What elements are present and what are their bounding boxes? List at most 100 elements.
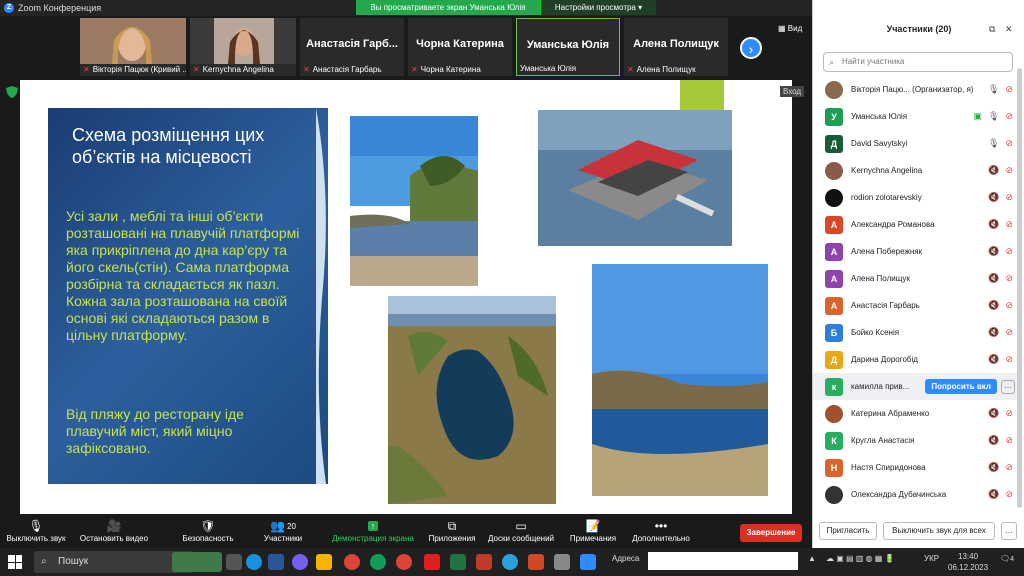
participant-row[interactable]: К Кругла Анастасія 🔇 ⊘ [813, 427, 1019, 454]
invite-button[interactable]: Пригласить [819, 522, 877, 540]
tray-icons[interactable]: ☁ ▣ ▤ ▥ ◍ ▦ 🔋 [826, 554, 895, 563]
mute-all-button[interactable]: Выключить звук для всех [883, 522, 995, 540]
avatar [825, 161, 843, 180]
security-button[interactable]: 🛡 Безопасность [176, 518, 240, 543]
whiteboards-button[interactable]: ▭ Доски сообщений [484, 518, 558, 543]
share-banner-text: Вы просматриваете экран Уманська Юлія [356, 0, 540, 15]
language-indicator[interactable]: УКР [924, 554, 939, 563]
thumbnail-name: Анастасія Гарб... [306, 38, 398, 50]
end-meeting-button[interactable]: Завершение [740, 524, 802, 542]
notifications-icon[interactable]: 🗨4 [1000, 554, 1014, 563]
zoom-logo-icon: Z [4, 3, 14, 13]
mic-muted-icon: 🔇 [988, 327, 1000, 337]
video-thumbnails-strip: ✕ Вікторія Пацюк (Кривий ... ✕ Kernychna A… [0, 16, 812, 78]
participant-row[interactable]: Н Настя Спиридонова 🔇 ⊘ [813, 454, 1019, 481]
participant-video [80, 18, 186, 64]
notes-button[interactable]: 📝 Примечания [566, 518, 620, 543]
excel-icon[interactable] [450, 554, 466, 570]
powerpoint-icon[interactable] [528, 554, 544, 570]
participant-row[interactable]: А Алена Полищук 🔇 ⊘ [813, 265, 1019, 292]
mic-muted-icon: ✕ [193, 65, 200, 74]
decorative-wave [316, 108, 326, 484]
stop-video-button[interactable]: 🎥 Остановить видео [76, 518, 152, 543]
avatar: А [825, 296, 843, 315]
avatar: Д [825, 134, 843, 153]
participants-label: Участники [263, 534, 303, 543]
task-view-icon[interactable] [226, 554, 242, 570]
thumbnail-tile[interactable]: Анастасія Гарб... ✕ Анастасія Гарбарь [300, 18, 404, 76]
participant-more-button[interactable]: … [1001, 379, 1015, 394]
viber-icon[interactable] [292, 554, 308, 570]
apps-button[interactable]: ⧉ Приложения [424, 518, 480, 544]
participant-row[interactable]: У Уманська Юлія ▣ 🎙 ⊘ [813, 103, 1019, 130]
participant-row[interactable]: Олександра Дубачинська 🔇 ⊘ [813, 481, 1019, 508]
camera-off-icon: ⊘ [1005, 462, 1013, 472]
participant-row[interactable]: Д Дарина Дорогобід 🔇 ⊘ [813, 346, 1019, 373]
chrome-icon[interactable] [344, 554, 360, 570]
participant-row[interactable]: Б Бойко Ксенія 🔇 ⊘ [813, 319, 1019, 346]
participant-search-input[interactable]: ⌕ Найти участника [823, 52, 1013, 72]
more-button[interactable]: ••• Дополнительно [628, 518, 694, 543]
thumbnail-tile[interactable]: Чорна Катерина ✕ Чорна Катерина [408, 18, 512, 76]
panel-more-button[interactable]: … [1001, 522, 1017, 540]
share-screen-button[interactable]: ↑ Демонстрация экрана [330, 518, 416, 543]
start-icon[interactable] [8, 555, 22, 569]
chrome-icon-3[interactable] [396, 554, 412, 570]
thumbnail-tile[interactable]: ✕ Kernychna Angelina [190, 18, 296, 76]
participant-row[interactable]: Катерина Абраменко 🔇 ⊘ [813, 400, 1019, 427]
participant-row[interactable]: Вікторія Пацю... (Организатор, я) 🎙 ⊘ [813, 76, 1019, 103]
clock-time: 13:40 [958, 552, 979, 561]
participant-name: Алена Полищук [851, 274, 910, 283]
word-icon[interactable] [268, 554, 284, 570]
chrome-icon-2[interactable] [370, 554, 386, 570]
thumbnail-tile-active[interactable]: Уманська Юлія Уманська Юлія [516, 18, 620, 76]
participant-row[interactable]: rodion zolotarevskiy 🔇 ⊘ [813, 184, 1019, 211]
mic-muted-icon: 🔇 [988, 408, 1000, 418]
exit-button[interactable]: Вход [780, 86, 805, 97]
participant-row[interactable]: Д David Savytskyi 🎙 ⊘ [813, 130, 1019, 157]
acrobat-icon[interactable] [424, 554, 440, 570]
view-settings-button[interactable]: Настройки просмотра ▾ [540, 0, 656, 15]
zoom-icon[interactable] [580, 554, 596, 570]
mute-button[interactable]: 🎙 Выключить звук [4, 518, 68, 543]
address-input[interactable] [648, 552, 798, 570]
window-title: Zoom Конференция [18, 3, 102, 13]
mic-muted-icon: 🔇 [988, 462, 1000, 472]
participant-row[interactable]: А Александра Романова 🔇 ⊘ [813, 211, 1019, 238]
slide-body-text-2: Від пляжу до ресторану іде плавучий міст… [66, 406, 244, 456]
tray-chevron-icon[interactable]: ▲ [808, 554, 816, 563]
thumbnail-label: ✕ Алена Полищук [627, 65, 696, 74]
thumbnail-tile[interactable]: Алена Полищук ✕ Алена Полищук [624, 18, 728, 76]
participant-row[interactable]: Kernychna Angelina 🔇 ⊘ [813, 157, 1019, 184]
participant-row[interactable]: А Алена Побережняк 🔇 ⊘ [813, 238, 1019, 265]
participant-row[interactable]: к камилла прив... Попросить вкл… [813, 373, 1019, 400]
view-button[interactable]: ▦ Вид [778, 24, 802, 33]
app-icon-2[interactable] [554, 554, 570, 570]
next-page-button[interactable]: › [740, 37, 762, 59]
thumbnail-name: Чорна Катерина [416, 38, 504, 50]
taskbar-clock[interactable]: 13:40 06.12.2023 [948, 551, 988, 573]
avatar: Н [825, 458, 843, 477]
search-icon: ⌕ [41, 556, 47, 567]
thumbnail-tile[interactable]: ✕ Вікторія Пацюк (Кривий ... [80, 18, 186, 76]
telegram-icon[interactable] [502, 554, 518, 570]
app-icon[interactable] [476, 554, 492, 570]
mic-muted-icon: 🔇 [988, 219, 1000, 229]
taskbar-search[interactable]: ⌕ Пошук [34, 551, 194, 573]
thumbnail-label: ✕ Анастасія Гарбарь [303, 65, 382, 74]
ask-unmute-button[interactable]: Попросить вкл [925, 379, 997, 394]
more-icon: ••• [654, 519, 668, 533]
screen-share-icon: ▣ [973, 111, 983, 121]
decorative-square [680, 80, 724, 110]
landscape-widget-icon[interactable] [172, 552, 222, 572]
participants-scrollbar[interactable] [1017, 68, 1022, 508]
participant-status-icons: 🔇 ⊘ [979, 462, 1013, 473]
participant-row[interactable]: А Анастасія Гарбарь 🔇 ⊘ [813, 292, 1019, 319]
explorer-icon[interactable] [316, 554, 332, 570]
participants-button[interactable]: 👥 20 Участники [254, 518, 312, 543]
close-panel-icon[interactable]: ✕ [1005, 24, 1013, 35]
edge-icon[interactable] [246, 554, 262, 570]
camera-off-icon: ⊘ [1005, 84, 1013, 94]
restaurant-render-photo [538, 110, 732, 246]
popout-icon[interactable]: ⧉ [989, 24, 995, 35]
